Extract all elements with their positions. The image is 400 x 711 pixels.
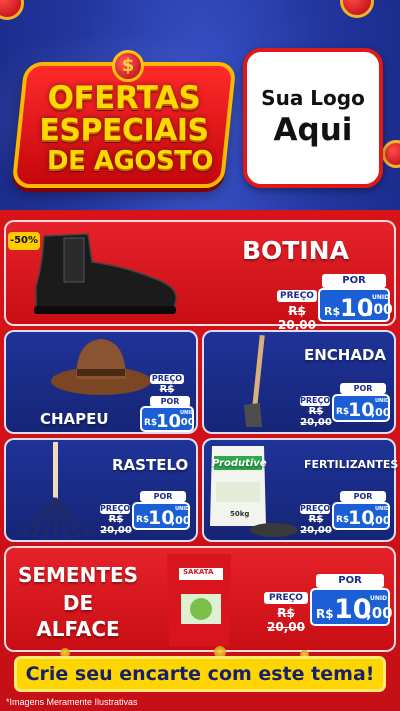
price-dec: ,00 bbox=[171, 514, 191, 527]
disclaimer: *Imagens Meramente Ilustrativas bbox=[6, 697, 138, 707]
price-dec: ,00 bbox=[366, 604, 393, 622]
por-label: POR bbox=[340, 383, 386, 394]
header: $ OFERTAS ESPECIAIS DE AGOSTO Sua Logo A… bbox=[0, 0, 400, 210]
unit-label: UNID bbox=[175, 506, 190, 512]
unit-label: UNID bbox=[375, 398, 390, 404]
unit-label: UNID bbox=[375, 506, 390, 512]
corner-coin-right bbox=[340, 0, 374, 18]
preco-label: PREÇO bbox=[264, 592, 308, 604]
price-dec: ,00 bbox=[371, 514, 391, 527]
seed-packet-icon bbox=[167, 554, 231, 646]
preco-label: PREÇO bbox=[277, 290, 317, 302]
price-dec: ,00 bbox=[177, 417, 195, 428]
por-label: POR bbox=[322, 274, 386, 288]
flyer-page: $ OFERTAS ESPECIAIS DE AGOSTO Sua Logo A… bbox=[0, 0, 400, 711]
product-name-line-1: SEMENTES bbox=[17, 563, 139, 587]
por-label: POR bbox=[316, 574, 384, 588]
new-price: R$ 10 ,00 UNID bbox=[310, 588, 393, 626]
promo-line-2: ESPECIAIS bbox=[39, 113, 209, 148]
old-price: R$ 20,00 bbox=[300, 406, 332, 428]
old-price: R$ 20,00 bbox=[267, 606, 305, 634]
corner-coin-left bbox=[0, 0, 24, 20]
currency: R$ bbox=[324, 305, 341, 318]
bag-brand: Produtive bbox=[212, 458, 267, 469]
new-price: R$ 10 ,00 UNID bbox=[332, 394, 391, 422]
preco-label: PREÇO bbox=[300, 396, 331, 406]
unit-label: UNID bbox=[370, 595, 388, 602]
price-dec: ,00 bbox=[368, 302, 393, 318]
old-price: R$ 20,00 bbox=[300, 514, 332, 536]
hoe-icon bbox=[244, 334, 265, 427]
product-name: RASTELO bbox=[112, 456, 189, 474]
boot-icon bbox=[34, 233, 177, 314]
preco-label: PREÇO bbox=[300, 504, 331, 514]
rake-icon bbox=[20, 442, 92, 540]
old-price: R$ 20,00 bbox=[100, 514, 132, 536]
product-name-line-2: DE bbox=[62, 591, 94, 615]
unit-label: UNID bbox=[372, 294, 390, 301]
product-name: BOTINA bbox=[242, 236, 349, 265]
logo-text-line-1: Sua Logo bbox=[261, 86, 365, 110]
new-price: R$ 10 ,00 UNID bbox=[318, 288, 393, 322]
currency: R$ bbox=[316, 607, 334, 621]
cta-banner[interactable]: Crie seu encarte com este tema! bbox=[14, 656, 386, 692]
price-dec: ,00 bbox=[371, 406, 391, 419]
fertilizer-bag-icon bbox=[210, 446, 298, 537]
preco-label: PREÇO bbox=[100, 504, 131, 514]
por-label: POR bbox=[140, 491, 186, 502]
logo-text-line-2: Aqui bbox=[273, 112, 353, 148]
new-price: R$ 10 ,00 UNID bbox=[332, 502, 391, 530]
unit-label: UNID bbox=[180, 410, 195, 416]
new-price: R$ 10 ,00 UNID bbox=[132, 502, 191, 530]
old-price: R$ 20,00 bbox=[278, 304, 316, 332]
side-coin-right bbox=[382, 140, 400, 168]
product-name: ENCHADA bbox=[304, 346, 387, 364]
new-price: R$ 10 ,00 UNID bbox=[140, 406, 195, 432]
promo-line-1: OFERTAS bbox=[47, 80, 201, 116]
promo-line-3: DE AGOSTO bbox=[46, 146, 214, 176]
product-name-line-3: ALFACE bbox=[36, 617, 120, 641]
preco-label: PREÇO bbox=[150, 374, 184, 384]
packet-brand: SAKATA bbox=[183, 568, 214, 576]
bag-weight: 50kg bbox=[230, 510, 250, 518]
product-name: FERTILIZANTES bbox=[304, 458, 399, 471]
por-label: POR bbox=[340, 491, 386, 502]
product-name: CHAPEU bbox=[40, 410, 109, 428]
hat-icon bbox=[51, 339, 151, 395]
promo-coin-icon: $ bbox=[112, 50, 144, 82]
